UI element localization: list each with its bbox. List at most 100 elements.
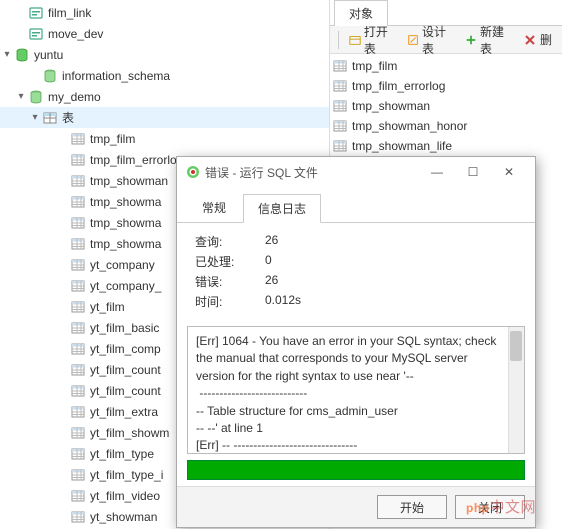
tbl-icon: [70, 362, 86, 378]
tbl-icon: [70, 173, 86, 189]
tree-label: tmp_showma: [90, 237, 161, 251]
dbg-icon: [42, 68, 58, 84]
tree-label: yt_film_count: [90, 384, 161, 398]
tree-label: yt_company: [90, 258, 155, 272]
dialog-titlebar[interactable]: 错误 - 运行 SQL 文件 — ☐ ✕: [177, 157, 535, 187]
time-value: 0.012s: [265, 293, 517, 310]
tree-label: yt_film_extra: [90, 405, 158, 419]
tbl-icon: [70, 509, 86, 525]
tbl-icon: [70, 152, 86, 168]
link-icon: [28, 5, 44, 21]
maximize-button[interactable]: ☐: [455, 160, 491, 184]
tree-label: tmp_showma: [90, 216, 161, 230]
dialog-buttons: 开始 关闭: [177, 486, 535, 527]
queries-label: 查询:: [195, 233, 265, 250]
list-item[interactable]: tmp_showman_life: [332, 136, 560, 156]
error-dialog: 错误 - 运行 SQL 文件 — ☐ ✕ 常规 信息日志 查询:26 已处理:0…: [176, 156, 536, 528]
tbl-icon: [70, 215, 86, 231]
message-log[interactable]: [Err] 1064 - You have an error in your S…: [187, 326, 525, 454]
tab-objects[interactable]: 对象: [334, 0, 388, 26]
dialog-title: 错误 - 运行 SQL 文件: [205, 164, 419, 181]
dbg-icon: [28, 89, 44, 105]
list-label: tmp_film: [352, 59, 397, 73]
list-item[interactable]: tmp_showman: [332, 96, 560, 116]
list-label: tmp_showman_life: [352, 139, 452, 153]
tbl-icon: [70, 131, 86, 147]
tree-item[interactable]: film_link: [0, 2, 329, 23]
tbl-icon: [70, 404, 86, 420]
queries-value: 26: [265, 233, 517, 250]
list-label: tmp_showman: [352, 99, 430, 113]
tree-label: tmp_showman: [90, 174, 168, 188]
tree-label: yt_showman: [90, 510, 157, 524]
tree-label: yt_film_showm: [90, 426, 169, 440]
tree-item[interactable]: move_dev: [0, 23, 329, 44]
tbl-icon: [70, 467, 86, 483]
tree-label: tmp_showma: [90, 195, 161, 209]
list-item[interactable]: tmp_showman_honor: [332, 116, 560, 136]
tbl-icon: [70, 425, 86, 441]
toolbar: 打开表 设计表 新建表 删: [330, 26, 562, 54]
tree-item[interactable]: 表: [0, 107, 329, 128]
tree-label: yuntu: [34, 48, 63, 62]
table-icon: [332, 78, 348, 94]
tree-label: tmp_film_errorlog: [90, 153, 183, 167]
tree-item[interactable]: yuntu: [0, 44, 329, 65]
expand-icon[interactable]: [0, 48, 14, 62]
start-button[interactable]: 开始: [377, 495, 447, 519]
tree-label: yt_film_comp: [90, 342, 161, 356]
tbl-icon: [70, 383, 86, 399]
db-icon: [14, 47, 30, 63]
close-window-button[interactable]: ✕: [491, 160, 527, 184]
design-table-button[interactable]: 设计表: [403, 21, 457, 59]
progress-bar: [187, 460, 525, 480]
tab-general[interactable]: 常规: [187, 193, 241, 222]
tree-label: yt_film_video: [90, 489, 160, 503]
expand-icon[interactable]: [14, 90, 28, 104]
list-item[interactable]: tmp_film_errorlog: [332, 76, 560, 96]
tree-item[interactable]: tmp_film: [0, 128, 329, 149]
time-label: 时间:: [195, 293, 265, 310]
tree-label: yt_film_type: [90, 447, 154, 461]
list-item[interactable]: tmp_film: [332, 56, 560, 76]
tbl-icon: [70, 299, 86, 315]
delete-table-button[interactable]: 删: [519, 29, 556, 50]
tbl-icon: [70, 278, 86, 294]
stats-panel: 查询:26 已处理:0 错误:26 时间:0.012s: [177, 223, 535, 320]
errors-label: 错误:: [195, 273, 265, 290]
tbl-icon: [70, 194, 86, 210]
errors-value: 26: [265, 273, 517, 290]
tbl-icon: [70, 446, 86, 462]
table-icon: [332, 118, 348, 134]
table-icon: [332, 58, 348, 74]
tab-log[interactable]: 信息日志: [243, 194, 321, 223]
tree-item[interactable]: my_demo: [0, 86, 329, 107]
tree-item[interactable]: information_schema: [0, 65, 329, 86]
expand-icon[interactable]: [28, 111, 42, 125]
close-button[interactable]: 关闭: [455, 495, 525, 519]
processed-label: 已处理:: [195, 253, 265, 270]
list-label: tmp_film_errorlog: [352, 79, 445, 93]
table-icon: [332, 98, 348, 114]
tbl-icon: [70, 257, 86, 273]
open-table-button[interactable]: 打开表: [345, 21, 399, 59]
new-table-button[interactable]: 新建表: [461, 21, 515, 59]
scrollbar-thumb[interactable]: [510, 331, 522, 361]
list-label: tmp_showman_honor: [352, 119, 467, 133]
tree-label: move_dev: [48, 27, 103, 41]
tbl-icon: [70, 488, 86, 504]
message-text: [Err] 1064 - You have an error in your S…: [196, 333, 516, 454]
tree-label: yt_film_basic: [90, 321, 159, 335]
tree-label: yt_film: [90, 300, 125, 314]
tree-label: film_link: [48, 6, 91, 20]
tables-icon: [42, 110, 58, 126]
link-icon: [28, 26, 44, 42]
tree-label: yt_company_: [90, 279, 161, 293]
tree-label: yt_film_type_i: [90, 468, 163, 482]
minimize-button[interactable]: —: [419, 160, 455, 184]
dialog-tabs: 常规 信息日志: [177, 187, 535, 223]
processed-value: 0: [265, 253, 517, 270]
tree-label: information_schema: [62, 69, 170, 83]
log-scrollbar[interactable]: [508, 327, 524, 453]
tree-label: tmp_film: [90, 132, 135, 146]
